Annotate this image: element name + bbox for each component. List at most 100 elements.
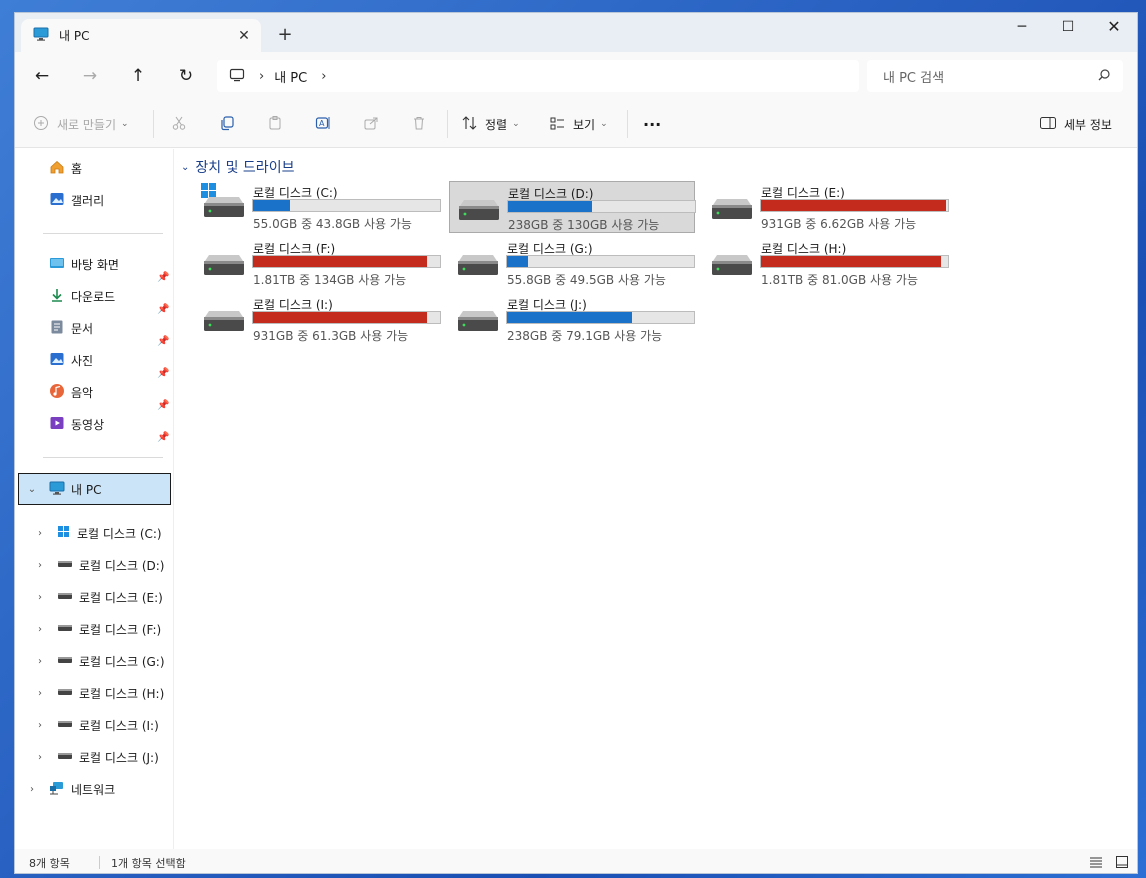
sidebar-item-drive-d[interactable]: › 로컬 디스크 (D:) <box>33 550 164 580</box>
toolbar-divider <box>627 110 628 138</box>
toolbar-divider <box>447 110 448 138</box>
forward-button[interactable]: → <box>77 64 103 90</box>
sort-label: 정렬 <box>485 117 508 132</box>
group-header-devices[interactable]: ⌄ 장치 및 드라이브 <box>181 157 294 177</box>
copy-icon <box>219 115 235 134</box>
chevron-right-icon[interactable]: › <box>33 752 47 763</box>
rename-icon: A <box>315 115 331 134</box>
sidebar-item-home[interactable]: 홈 <box>49 153 82 183</box>
pin-icon[interactable]: 📌 <box>157 304 169 315</box>
drive-tile[interactable]: 로컬 디스크 (I:) 931GB 중 61.3GB 사용 가능 <box>195 293 441 345</box>
sidebar-item-drive-i[interactable]: › 로컬 디스크 (I:) <box>33 710 159 740</box>
tab-this-pc[interactable]: 내 PC ✕ <box>21 19 261 52</box>
drive-tile[interactable]: 로컬 디스크 (C:) 55.0GB 중 43.8GB 사용 가능 <box>195 181 441 233</box>
chevron-right-icon[interactable]: › <box>33 528 47 539</box>
drive-tile[interactable]: 로컬 디스크 (G:) 55.8GB 중 49.5GB 사용 가능 <box>449 237 695 289</box>
new-button[interactable]: 새로 만들기 ⌄ <box>33 112 129 136</box>
drive-icon <box>57 686 73 700</box>
drive-free-space: 238GB 중 79.1GB 사용 가능 <box>507 329 663 343</box>
sidebar-item-label: 로컬 디스크 (D:) <box>79 558 165 573</box>
list-view-icon[interactable] <box>1089 855 1103 872</box>
sidebar-item-videos[interactable]: 동영상 <box>49 409 104 439</box>
drive-free-space: 55.8GB 중 49.5GB 사용 가능 <box>507 273 666 287</box>
tiles-view-icon[interactable] <box>1115 855 1129 872</box>
sort-button[interactable]: 정렬 ⌄ <box>461 112 520 136</box>
search-box[interactable]: 내 PC 검색 <box>867 60 1123 92</box>
monitor-icon <box>229 67 245 86</box>
sidebar-item-this-pc[interactable]: ⌄ 내 PC <box>18 473 171 505</box>
sidebar-item-drive-h[interactable]: › 로컬 디스크 (H:) <box>33 678 164 708</box>
drive-usage-fill <box>507 256 528 267</box>
search-input[interactable]: 내 PC 검색 <box>883 67 944 86</box>
drive-icon <box>57 750 73 764</box>
tab-close-icon[interactable]: ✕ <box>235 27 253 45</box>
pin-icon[interactable]: 📌 <box>157 400 169 411</box>
pin-icon[interactable]: 📌 <box>157 272 169 283</box>
drive-tile[interactable]: 로컬 디스크 (H:) 1.81TB 중 81.0GB 사용 가능 <box>703 237 949 289</box>
chevron-right-icon[interactable]: › <box>33 720 47 731</box>
gallery-icon <box>49 191 65 210</box>
back-button[interactable]: ← <box>29 64 55 90</box>
more-options-button[interactable]: ··· <box>643 112 661 136</box>
chevron-right-icon[interactable]: › <box>33 688 47 699</box>
pin-icon[interactable]: 📌 <box>157 432 169 443</box>
view-button[interactable]: 보기 ⌄ <box>549 112 608 136</box>
drive-usage-fill <box>253 200 291 211</box>
new-tab-button[interactable]: + <box>273 24 297 48</box>
sidebar-item-drive-c[interactable]: › 로컬 디스크 (C:) <box>33 518 162 548</box>
chevron-right-icon[interactable]: › <box>33 592 47 603</box>
address-bar[interactable]: › 내 PC › <box>217 60 859 92</box>
sidebar-item-label: 로컬 디스크 (G:) <box>79 654 165 669</box>
breadcrumb-this-pc[interactable]: 내 PC <box>274 67 307 86</box>
drive-usage-fill <box>508 201 593 212</box>
pc-icon <box>33 26 49 45</box>
drive-tile[interactable]: 로컬 디스크 (F:) 1.81TB 중 134GB 사용 가능 <box>195 237 441 289</box>
chevron-right-icon[interactable]: › <box>33 624 47 635</box>
share-button[interactable] <box>363 112 379 136</box>
drive-icon <box>57 654 73 668</box>
details-pane-button[interactable]: 세부 정보 <box>1039 112 1112 136</box>
pin-icon[interactable]: 📌 <box>157 368 169 379</box>
new-button-label: 새로 만들기 <box>57 117 117 132</box>
chevron-right-icon[interactable]: › <box>33 560 47 571</box>
maximize-button[interactable]: ☐ <box>1045 13 1091 43</box>
sidebar-item-label: 바탕 화면 <box>71 257 119 272</box>
drive-usage-bar <box>760 255 949 268</box>
minimize-button[interactable]: ─ <box>999 13 1045 43</box>
up-button[interactable]: ↑ <box>125 64 151 90</box>
sidebar-item-drive-e[interactable]: › 로컬 디스크 (E:) <box>33 582 163 612</box>
sidebar-item-label: 음악 <box>71 385 94 400</box>
sidebar-item-drive-f[interactable]: › 로컬 디스크 (F:) <box>33 614 161 644</box>
details-label: 세부 정보 <box>1064 117 1112 132</box>
drive-tile[interactable]: 로컬 디스크 (E:) 931GB 중 6.62GB 사용 가능 <box>703 181 949 233</box>
close-window-button[interactable]: ✕ <box>1091 13 1137 43</box>
rename-button[interactable]: A <box>315 112 331 136</box>
delete-button[interactable] <box>411 112 427 136</box>
drive-tile[interactable]: 로컬 디스크 (D:) 238GB 중 130GB 사용 가능 <box>449 181 696 233</box>
sidebar-item-downloads[interactable]: 다운로드 <box>49 281 115 311</box>
drive-icon <box>455 249 501 282</box>
cut-button[interactable] <box>171 112 187 136</box>
drive-tile[interactable]: 로컬 디스크 (J:) 238GB 중 79.1GB 사용 가능 <box>449 293 695 345</box>
drive-usage-bar <box>252 255 441 268</box>
refresh-button[interactable]: ↻ <box>173 64 199 90</box>
sidebar-item-pictures[interactable]: 사진 <box>49 345 93 375</box>
sidebar-item-label: 로컬 디스크 (I:) <box>79 718 159 733</box>
sidebar-item-music[interactable]: 음악 <box>49 377 93 407</box>
sidebar-item-documents[interactable]: 문서 <box>49 313 93 343</box>
paste-button[interactable] <box>267 112 283 136</box>
chevron-right-icon[interactable]: › <box>33 656 47 667</box>
sidebar-item-desktop[interactable]: 바탕 화면 <box>49 249 119 279</box>
selected-count: 1개 항목 선택함 <box>111 857 186 870</box>
sidebar-item-gallery[interactable]: 갤러리 <box>49 185 104 215</box>
breadcrumb-separator[interactable]: › <box>321 69 326 84</box>
sidebar-item-network[interactable]: › 네트워크 <box>25 774 115 804</box>
chevron-right-icon[interactable]: › <box>25 784 39 795</box>
chevron-down-icon[interactable]: ⌄ <box>25 484 39 495</box>
pin-icon[interactable]: 📌 <box>157 336 169 347</box>
sidebar-item-drive-g[interactable]: › 로컬 디스크 (G:) <box>33 646 165 676</box>
sidebar-item-drive-j[interactable]: › 로컬 디스크 (J:) <box>33 742 159 772</box>
cut-icon <box>171 115 187 134</box>
item-count: 8개 항목 <box>29 857 70 870</box>
copy-button[interactable] <box>219 112 235 136</box>
